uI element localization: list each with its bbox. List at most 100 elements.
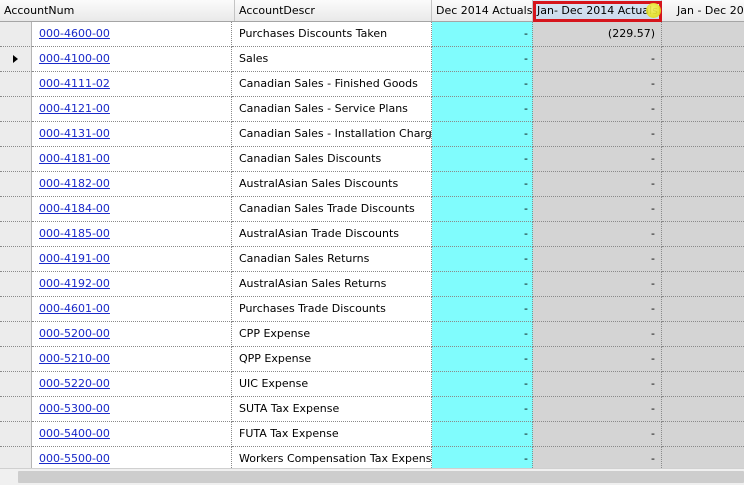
row-selector[interactable]	[0, 372, 32, 397]
account-num-link[interactable]: 000-4600-00	[39, 27, 110, 40]
table-row[interactable]: 000-5300-00 SUTA Tax Expense - -	[0, 397, 744, 422]
cell-dec-2014-actuals[interactable]: -	[432, 72, 533, 97]
cell-account-descr[interactable]: AustralAsian Sales Discounts	[232, 172, 432, 197]
row-selector[interactable]	[0, 222, 32, 247]
cell-dec-2014-actuals[interactable]: -	[432, 272, 533, 297]
column-header-jan-dec-2014-actuals[interactable]: Jan- Dec 2014 Actuals	[533, 0, 662, 21]
cell-account-descr[interactable]: Canadian Sales Returns	[232, 247, 432, 272]
cell-jan-dec-2014-actuals[interactable]: -	[533, 397, 662, 422]
account-num-link[interactable]: 000-5500-00	[39, 452, 110, 465]
cell-jan-dec-next[interactable]	[662, 322, 744, 347]
row-selector[interactable]	[0, 397, 32, 422]
row-selector[interactable]	[0, 22, 32, 47]
column-header-account-num[interactable]: AccountNum	[0, 0, 235, 21]
cell-jan-dec-2014-actuals[interactable]: -	[533, 97, 662, 122]
table-row[interactable]: 000-4600-00 Purchases Discounts Taken - (22…	[0, 22, 744, 47]
cell-dec-2014-actuals[interactable]: -	[432, 122, 533, 147]
account-num-link[interactable]: 000-4182-00	[39, 177, 110, 190]
row-selector[interactable]	[0, 422, 32, 447]
account-num-link[interactable]: 000-5400-00	[39, 427, 110, 440]
account-num-link[interactable]: 000-4184-00	[39, 202, 110, 215]
cell-jan-dec-next[interactable]	[662, 347, 744, 372]
row-selector[interactable]	[0, 122, 32, 147]
row-selector[interactable]	[0, 72, 32, 97]
table-row[interactable]: 000-5200-00 CPP Expense - -	[0, 322, 744, 347]
account-num-link[interactable]: 000-5220-00	[39, 377, 110, 390]
cell-account-descr[interactable]: AustralAsian Trade Discounts	[232, 222, 432, 247]
cell-jan-dec-next[interactable]	[662, 122, 744, 147]
account-num-link[interactable]: 000-4131-00	[39, 127, 110, 140]
table-row[interactable]: 000-4185-00 AustralAsian Trade Discounts -…	[0, 222, 744, 247]
cell-jan-dec-next[interactable]	[662, 72, 744, 97]
cell-jan-dec-2014-actuals[interactable]: -	[533, 322, 662, 347]
table-row[interactable]: 000-4111-02 Canadian Sales - Finished Goo…	[0, 72, 744, 97]
cell-account-descr[interactable]: UIC Expense	[232, 372, 432, 397]
account-num-link[interactable]: 000-4121-00	[39, 102, 110, 115]
account-num-link[interactable]: 000-5210-00	[39, 352, 110, 365]
cell-jan-dec-next[interactable]	[662, 247, 744, 272]
cell-account-descr[interactable]: Canadian Sales - Service Plans	[232, 97, 432, 122]
cell-jan-dec-2014-actuals[interactable]: -	[533, 297, 662, 322]
cell-jan-dec-2014-actuals[interactable]: -	[533, 247, 662, 272]
table-row[interactable]: 000-5220-00 UIC Expense - -	[0, 372, 744, 397]
row-selector[interactable]	[0, 322, 32, 347]
account-num-link[interactable]: 000-4191-00	[39, 252, 110, 265]
cell-dec-2014-actuals[interactable]: -	[432, 222, 533, 247]
horizontal-scrollbar[interactable]	[0, 468, 744, 485]
row-selector[interactable]	[0, 197, 32, 222]
cell-account-descr[interactable]: Canadian Sales Discounts	[232, 147, 432, 172]
row-selector[interactable]	[0, 147, 32, 172]
account-num-link[interactable]: 000-5300-00	[39, 402, 110, 415]
cell-dec-2014-actuals[interactable]: -	[432, 397, 533, 422]
cell-account-descr[interactable]: CPP Expense	[232, 322, 432, 347]
cell-jan-dec-2014-actuals[interactable]: -	[533, 422, 662, 447]
table-row[interactable]: 000-4182-00 AustralAsian Sales Discounts -…	[0, 172, 744, 197]
cell-jan-dec-2014-actuals[interactable]: -	[533, 147, 662, 172]
cell-dec-2014-actuals[interactable]: -	[432, 347, 533, 372]
row-selector[interactable]	[0, 347, 32, 372]
cell-dec-2014-actuals[interactable]: -	[432, 47, 533, 72]
cell-jan-dec-2014-actuals[interactable]: -	[533, 72, 662, 97]
cell-jan-dec-next[interactable]	[662, 297, 744, 322]
table-row[interactable]: 000-4192-00 AustralAsian Sales Returns - -	[0, 272, 744, 297]
cell-jan-dec-next[interactable]	[662, 422, 744, 447]
table-row[interactable]: 000-4100-00 Sales - -	[0, 47, 744, 72]
account-num-link[interactable]: 000-4185-00	[39, 227, 110, 240]
cell-jan-dec-2014-actuals[interactable]: -	[533, 347, 662, 372]
table-row[interactable]: 000-4181-00 Canadian Sales Discounts - -	[0, 147, 744, 172]
cell-jan-dec-2014-actuals[interactable]: -	[533, 47, 662, 72]
row-selector[interactable]	[0, 47, 32, 72]
row-selector[interactable]	[0, 272, 32, 297]
row-selector[interactable]	[0, 172, 32, 197]
cell-account-descr[interactable]: Canadian Sales Trade Discounts	[232, 197, 432, 222]
cell-dec-2014-actuals[interactable]: -	[432, 322, 533, 347]
table-row[interactable]: 000-5210-00 QPP Expense - -	[0, 347, 744, 372]
row-selector[interactable]	[0, 97, 32, 122]
column-header-dec-2014-actuals[interactable]: Dec 2014 Actuals	[432, 0, 533, 21]
cell-jan-dec-2014-actuals[interactable]: -	[533, 272, 662, 297]
cell-dec-2014-actuals[interactable]: -	[432, 372, 533, 397]
cell-account-descr[interactable]: FUTA Tax Expense	[232, 422, 432, 447]
column-header-jan-dec-next[interactable]: Jan - Dec 201	[662, 0, 744, 21]
cell-jan-dec-next[interactable]	[662, 197, 744, 222]
cell-jan-dec-2014-actuals[interactable]: -	[533, 172, 662, 197]
cell-dec-2014-actuals[interactable]: -	[432, 422, 533, 447]
table-row[interactable]: 000-4131-00 Canadian Sales - Installation…	[0, 122, 744, 147]
cell-jan-dec-next[interactable]	[662, 22, 744, 47]
table-row[interactable]: 000-4184-00 Canadian Sales Trade Discount…	[0, 197, 744, 222]
cell-jan-dec-next[interactable]	[662, 397, 744, 422]
table-row[interactable]: 000-4601-00 Purchases Trade Discounts - -	[0, 297, 744, 322]
column-header-account-descr[interactable]: AccountDescr	[235, 0, 432, 21]
account-num-link[interactable]: 000-5200-00	[39, 327, 110, 340]
cell-dec-2014-actuals[interactable]: -	[432, 197, 533, 222]
cell-jan-dec-2014-actuals[interactable]: -	[533, 122, 662, 147]
account-num-link[interactable]: 000-4192-00	[39, 277, 110, 290]
row-selector[interactable]	[0, 297, 32, 322]
cell-dec-2014-actuals[interactable]: -	[432, 97, 533, 122]
cell-account-descr[interactable]: SUTA Tax Expense	[232, 397, 432, 422]
table-row[interactable]: 000-5400-00 FUTA Tax Expense - -	[0, 422, 744, 447]
cell-jan-dec-2014-actuals[interactable]: -	[533, 197, 662, 222]
cell-account-descr[interactable]: Canadian Sales - Installation Charg	[232, 122, 432, 147]
account-num-link[interactable]: 000-4100-00	[39, 52, 110, 65]
cell-dec-2014-actuals[interactable]: -	[432, 22, 533, 47]
